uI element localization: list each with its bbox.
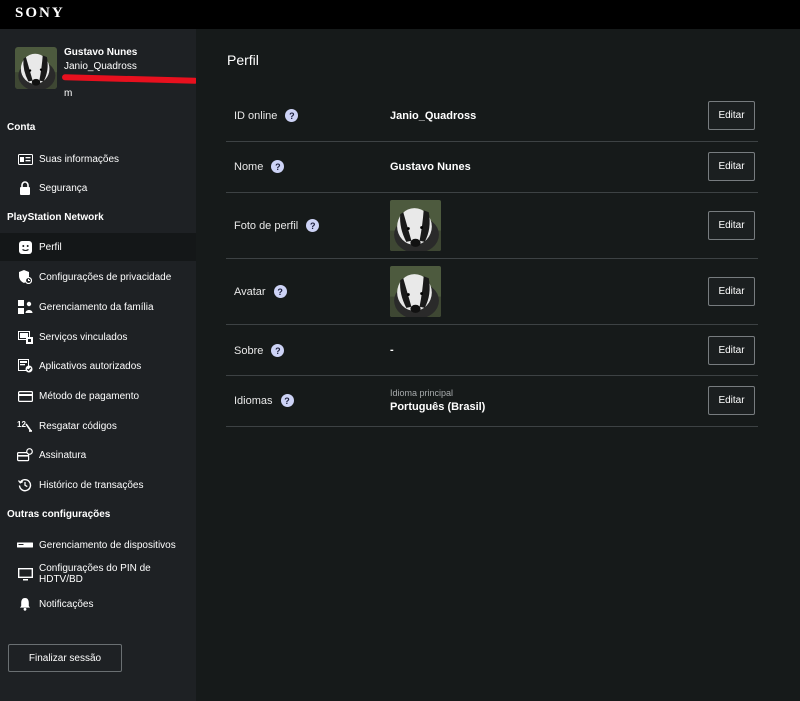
redaction-mark	[61, 74, 199, 84]
row-languages: Idiomas? Idioma principal Português (Bra…	[226, 376, 758, 427]
top-bar: SONY	[0, 0, 800, 29]
lock-icon	[17, 181, 33, 195]
history-icon	[17, 478, 33, 492]
avatar-image	[390, 266, 441, 317]
help-icon[interactable]: ?	[306, 219, 320, 232]
sidebar-item-label: Notificações	[39, 598, 94, 610]
sidebar-item-hdtv-pin[interactable]: Configurações do PIN de HDTV/BD	[0, 558, 196, 590]
sidebar-item-label: Gerenciamento da família	[39, 301, 154, 313]
row-online-id: ID online? Janio_Quadross Editar	[226, 90, 758, 142]
online-id-value: Janio_Quadross	[390, 110, 477, 122]
linked-services-icon	[17, 330, 33, 344]
sidebar-item-subscription[interactable]: Assinatura	[0, 441, 196, 469]
field-label: Avatar?	[234, 285, 287, 298]
sidebar: Gustavo Nunes Janio_Quadross m Conta Sua…	[0, 29, 199, 701]
sidebar-item-linked-services[interactable]: Serviços vinculados	[0, 323, 196, 351]
edit-name-button[interactable]: Editar	[708, 152, 755, 181]
sidebar-item-label: Perfil	[39, 241, 62, 253]
sidebar-item-label: Suas informações	[39, 153, 120, 165]
edit-profile-photo-button[interactable]: Editar	[708, 211, 755, 240]
row-name: Nome? Gustavo Nunes Editar	[226, 142, 758, 193]
sidebar-item-authorized-apps[interactable]: Aplicativos autorizados	[0, 352, 196, 380]
language-sublabel: Idioma principal	[390, 388, 454, 398]
section-psn: PlayStation Network	[7, 212, 104, 223]
family-icon	[17, 300, 33, 314]
page-title: Perfil	[227, 52, 259, 68]
user-email-tail: m	[64, 88, 73, 99]
sidebar-item-label: Gerenciamento de dispositivos	[39, 539, 176, 551]
tv-icon	[17, 567, 33, 581]
sidebar-item-privacy[interactable]: Configurações de privacidade	[0, 263, 196, 291]
sony-logo[interactable]: SONY	[15, 5, 65, 22]
help-icon[interactable]: ?	[271, 160, 285, 173]
privacy-shield-icon	[17, 270, 33, 284]
section-other: Outras configurações	[7, 509, 111, 520]
sidebar-item-transactions[interactable]: Histórico de transações	[0, 471, 196, 499]
authorized-apps-icon	[17, 359, 33, 373]
user-card: Gustavo Nunes Janio_Quadross m	[15, 47, 200, 102]
profile-photo	[390, 200, 441, 251]
sidebar-item-notifications[interactable]: Notificações	[0, 590, 196, 618]
edit-languages-button[interactable]: Editar	[708, 386, 755, 415]
sidebar-item-profile[interactable]: Perfil	[0, 233, 196, 261]
edit-avatar-button[interactable]: Editar	[708, 277, 755, 306]
field-label: Idiomas?	[234, 394, 294, 407]
language-value: Português (Brasil)	[390, 401, 486, 413]
sidebar-item-label: Histórico de transações	[39, 479, 144, 491]
sidebar-item-payment[interactable]: Método de pagamento	[0, 382, 196, 410]
row-profile-photo: Foto de perfil? Editar	[226, 193, 758, 259]
help-icon[interactable]: ?	[271, 344, 285, 357]
sidebar-item-label: Método de pagamento	[39, 390, 140, 402]
help-icon[interactable]: ?	[273, 285, 287, 298]
help-icon[interactable]: ?	[285, 109, 299, 122]
field-label: Foto de perfil?	[234, 219, 320, 232]
sidebar-item-devices[interactable]: Gerenciamento de dispositivos	[0, 531, 196, 559]
edit-online-id-button[interactable]: Editar	[708, 101, 755, 130]
help-icon[interactable]: ?	[280, 394, 294, 407]
edit-about-button[interactable]: Editar	[708, 336, 755, 365]
sidebar-item-redeem[interactable]: 12 Resgatar códigos	[0, 412, 196, 440]
device-icon	[17, 538, 33, 552]
sidebar-item-label: Configurações do PIN de HDTV/BD	[39, 563, 151, 585]
subscription-icon	[17, 448, 33, 462]
field-label: ID online?	[234, 109, 299, 122]
svg-text:12: 12	[17, 420, 26, 429]
main-panel: Perfil ID online? Janio_Quadross Editar …	[196, 29, 800, 701]
sidebar-item-family[interactable]: Gerenciamento da família	[0, 293, 196, 321]
row-avatar: Avatar? Editar	[226, 259, 758, 325]
field-label: Sobre?	[234, 344, 285, 357]
redeem-codes-icon: 12	[17, 419, 33, 433]
sidebar-item-label: Assinatura	[39, 449, 87, 461]
sidebar-item-label: Segurança	[39, 182, 88, 194]
about-value: -	[390, 344, 394, 356]
sidebar-item-label: Configurações de privacidade	[39, 271, 172, 283]
field-label: Nome?	[234, 160, 285, 173]
bell-icon	[17, 597, 33, 611]
sidebar-item-your-info[interactable]: Suas informações	[0, 145, 196, 173]
name-value: Gustavo Nunes	[390, 161, 471, 173]
sidebar-item-label: Aplicativos autorizados	[39, 360, 142, 372]
section-account: Conta	[7, 122, 36, 133]
id-card-icon	[17, 152, 33, 166]
sidebar-item-label: Resgatar códigos	[39, 420, 117, 432]
row-about: Sobre? - Editar	[226, 325, 758, 376]
user-avatar	[15, 47, 57, 89]
sidebar-item-label: Serviços vinculados	[39, 331, 128, 343]
credit-card-icon	[17, 389, 33, 403]
user-online-id: Janio_Quadross	[64, 61, 137, 72]
sign-out-button[interactable]: Finalizar sessão	[8, 644, 122, 672]
face-icon	[17, 240, 33, 254]
user-name: Gustavo Nunes	[64, 47, 138, 58]
sidebar-item-security[interactable]: Segurança	[0, 174, 196, 202]
